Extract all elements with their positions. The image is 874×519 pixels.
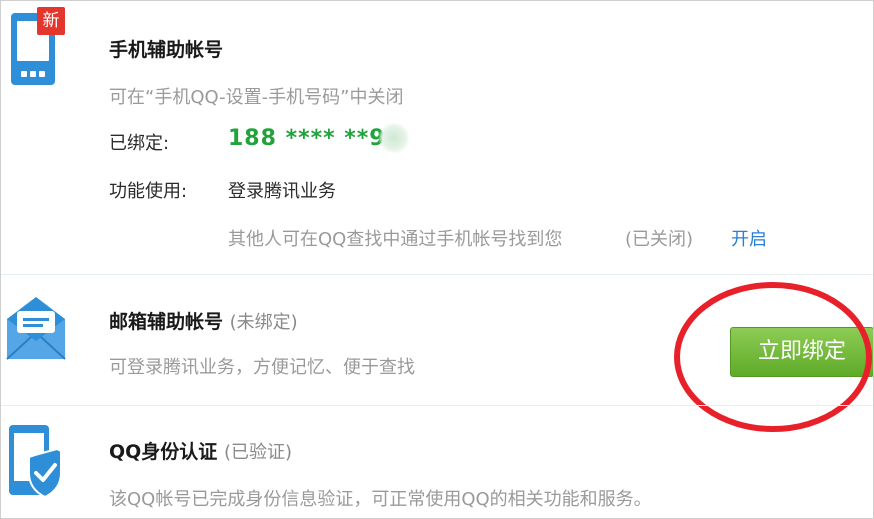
enable-search-link[interactable]: 开启 — [731, 225, 767, 251]
email-status: (未绑定) — [229, 312, 298, 333]
search-status: (已关闭) — [625, 229, 694, 250]
email-account-description: 可登录腾讯业务，方便记忆、便于查找 — [109, 357, 415, 378]
identity-status: (已验证) — [223, 442, 292, 463]
bound-phone-number: 188 **** **9 — [228, 126, 386, 151]
phone-account-description: 可在“手机QQ-设置-手机号码”中关闭 — [109, 87, 404, 108]
email-account-title: 邮箱辅助帐号 (未绑定) — [109, 307, 298, 334]
section-divider — [1, 274, 873, 275]
function-value: 登录腾讯业务 — [228, 181, 336, 202]
function-label: 功能使用: — [109, 181, 188, 202]
identity-title: QQ身份认证 (已验证) — [109, 437, 292, 464]
mail-icon — [3, 291, 69, 363]
email-title-text: 邮箱辅助帐号 — [109, 311, 224, 333]
section-divider — [1, 405, 873, 406]
phone-icon: 新 — [1, 1, 71, 91]
new-badge: 新 — [37, 7, 65, 35]
shield-check-icon — [5, 421, 65, 501]
bound-label: 已绑定: — [109, 133, 170, 154]
identity-description: 该QQ帐号已完成身份信息验证，可正常使用QQ的相关功能和服务。 — [109, 489, 652, 510]
annotation-circle — [674, 282, 872, 432]
account-security-panel: 新 手机辅助帐号 可在“手机QQ-设置-手机号码”中关闭 已绑定: 188 **… — [0, 0, 874, 519]
phone-account-title: 手机辅助帐号 — [109, 39, 224, 61]
number-blur-mask — [379, 123, 409, 153]
identity-title-text: QQ身份认证 — [109, 441, 218, 463]
search-note: 其他人可在QQ查找中通过手机帐号找到您 — [228, 229, 563, 250]
